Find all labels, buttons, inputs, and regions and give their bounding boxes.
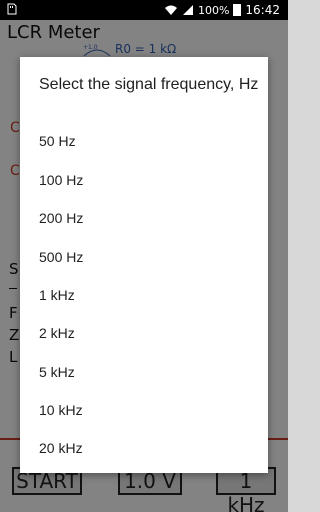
frequency-dialog: Select the signal frequency, Hz 50 Hz 10…	[20, 57, 268, 473]
option-100-hz[interactable]: 100 Hz	[20, 161, 268, 199]
option-500-hz[interactable]: 500 Hz	[20, 238, 268, 276]
option-50-hz[interactable]: 50 Hz	[20, 122, 268, 160]
battery-icon	[233, 4, 242, 16]
option-10-khz[interactable]: 10 kHz	[20, 391, 268, 429]
option-20-khz[interactable]: 20 kHz	[20, 429, 268, 467]
option-1-khz[interactable]: 1 kHz	[20, 276, 268, 314]
sd-card-icon	[7, 3, 17, 15]
option-200-hz[interactable]: 200 Hz	[20, 199, 268, 237]
battery-percent: 100%	[197, 3, 230, 17]
dialog-title: Select the signal frequency, Hz	[39, 76, 259, 93]
option-5-khz[interactable]: 5 kHz	[20, 353, 268, 391]
clock: 16:42	[245, 3, 280, 17]
status-icons: 100% 16:42	[164, 3, 280, 17]
notification-area	[6, 3, 18, 18]
signal-icon	[182, 5, 193, 15]
status-bar: 100% 16:42	[0, 0, 288, 20]
option-2-khz[interactable]: 2 kHz	[20, 314, 268, 352]
wifi-icon	[164, 5, 177, 15]
